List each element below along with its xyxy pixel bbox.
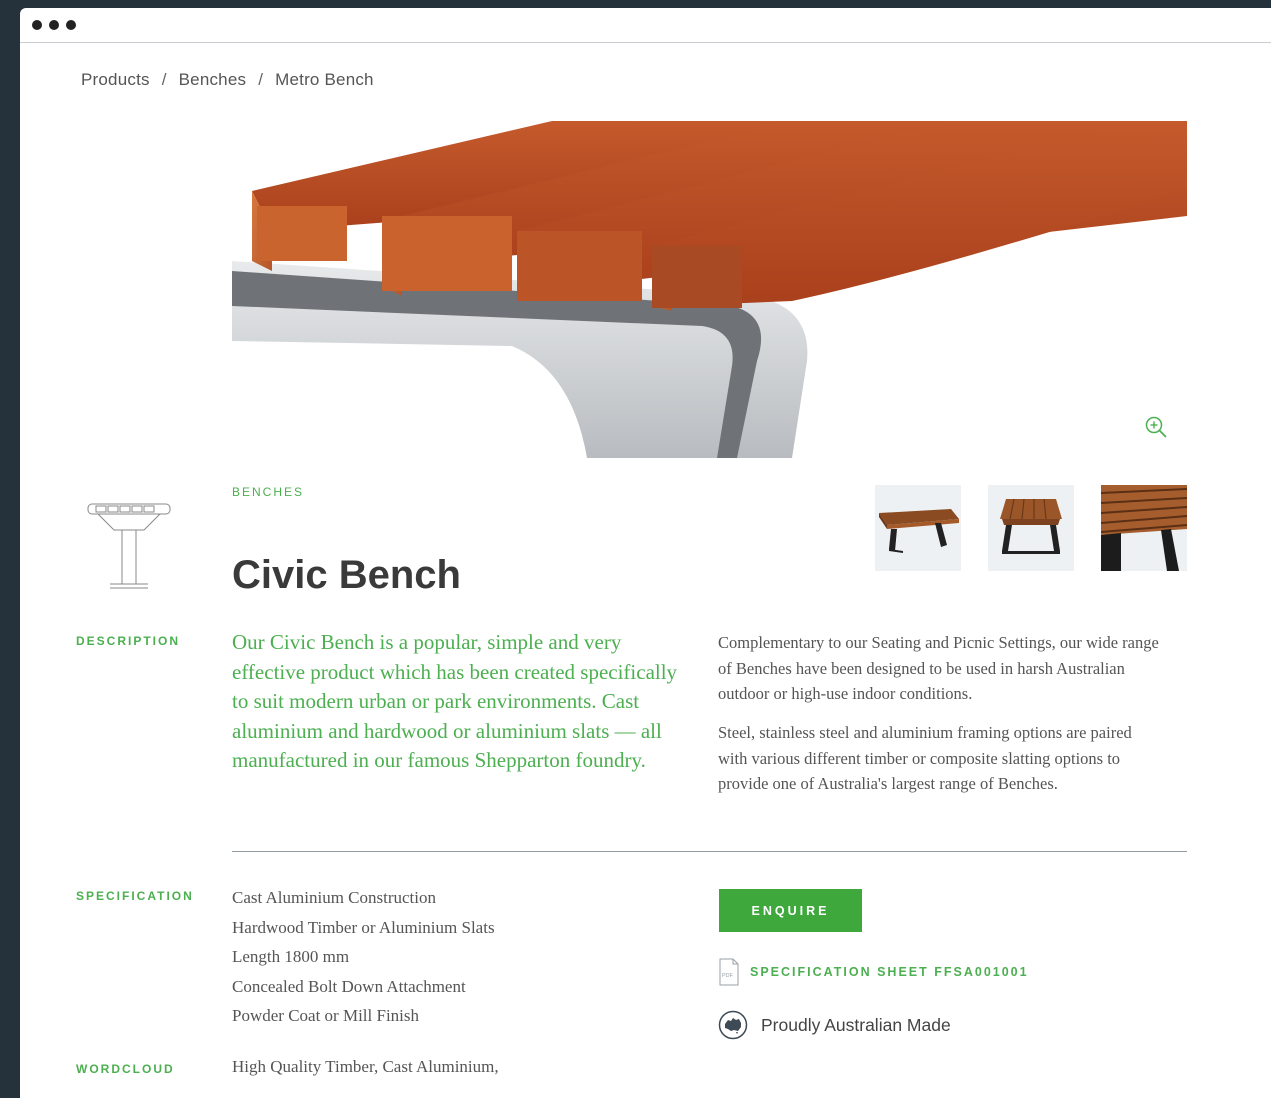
bench-profile-diagram-icon [86,500,172,592]
australia-icon [718,1010,748,1040]
description-lead: Our Civic Bench is a popular, simple and… [232,630,678,772]
enquire-button[interactable]: ENQUIRE [719,889,862,932]
product-hero-image [232,121,1187,458]
spec-item: Cast Aluminium Construction [232,888,437,907]
spec-item: Powder Coat or Mill Finish [232,1006,420,1025]
description-paragraph: Complementary to our Seating and Picnic … [718,633,1159,703]
wordcloud-text: High Quality Timber, Cast Aluminium, [232,1057,499,1076]
australian-made-text: Proudly Australian Made [761,1014,951,1035]
browser-window: Products / Benches / Metro Bench BENCHES… [20,8,1271,1098]
breadcrumb-benches[interactable]: Benches [179,70,247,89]
specification-list: Cast Aluminium Construction Hardwood Tim… [232,883,495,1031]
window-dot-icon[interactable] [66,20,76,30]
bench-closeup-illustration [232,121,1187,458]
australian-made-badge: Proudly Australian Made [718,1010,951,1040]
wordcloud-label: WORDCLOUD [76,1062,175,1076]
spec-sheet-link[interactable]: SPECIFICATION SHEET FFSA001001 [750,965,1029,979]
zoom-in-icon[interactable] [1144,415,1168,439]
product-title: Civic Bench [232,553,461,597]
pdf-icon[interactable]: PDF [719,958,739,986]
product-thumbnail[interactable] [875,485,961,571]
specification-label: SPECIFICATION [76,889,194,903]
breadcrumb: Products / Benches / Metro Bench [81,70,374,90]
section-divider [232,851,1187,852]
window-titlebar [20,8,1271,43]
window-dot-icon[interactable] [32,20,42,30]
spec-sheet-link-row: PDF SPECIFICATION SHEET FFSA001001 [719,958,1029,986]
breadcrumb-separator: / [258,70,264,89]
pdf-icon-text: PDF [722,973,734,979]
spec-item: Length 1800 mm [232,947,350,966]
description-label: DESCRIPTION [76,634,181,648]
spec-item: Hardwood Timber or Aluminium Slats [232,917,495,937]
product-thumbnail[interactable] [1101,485,1187,571]
product-category[interactable]: BENCHES [232,485,304,499]
spec-item: Concealed Bolt Down Attachment [232,976,466,996]
product-thumbnail[interactable] [988,485,1074,571]
description-paragraph: Steel, stainless steel and aluminium fra… [718,723,1132,793]
breadcrumb-current: Metro Bench [275,70,374,89]
window-dot-icon[interactable] [49,20,59,30]
breadcrumb-separator: / [161,70,167,89]
breadcrumb-products[interactable]: Products [81,70,150,89]
